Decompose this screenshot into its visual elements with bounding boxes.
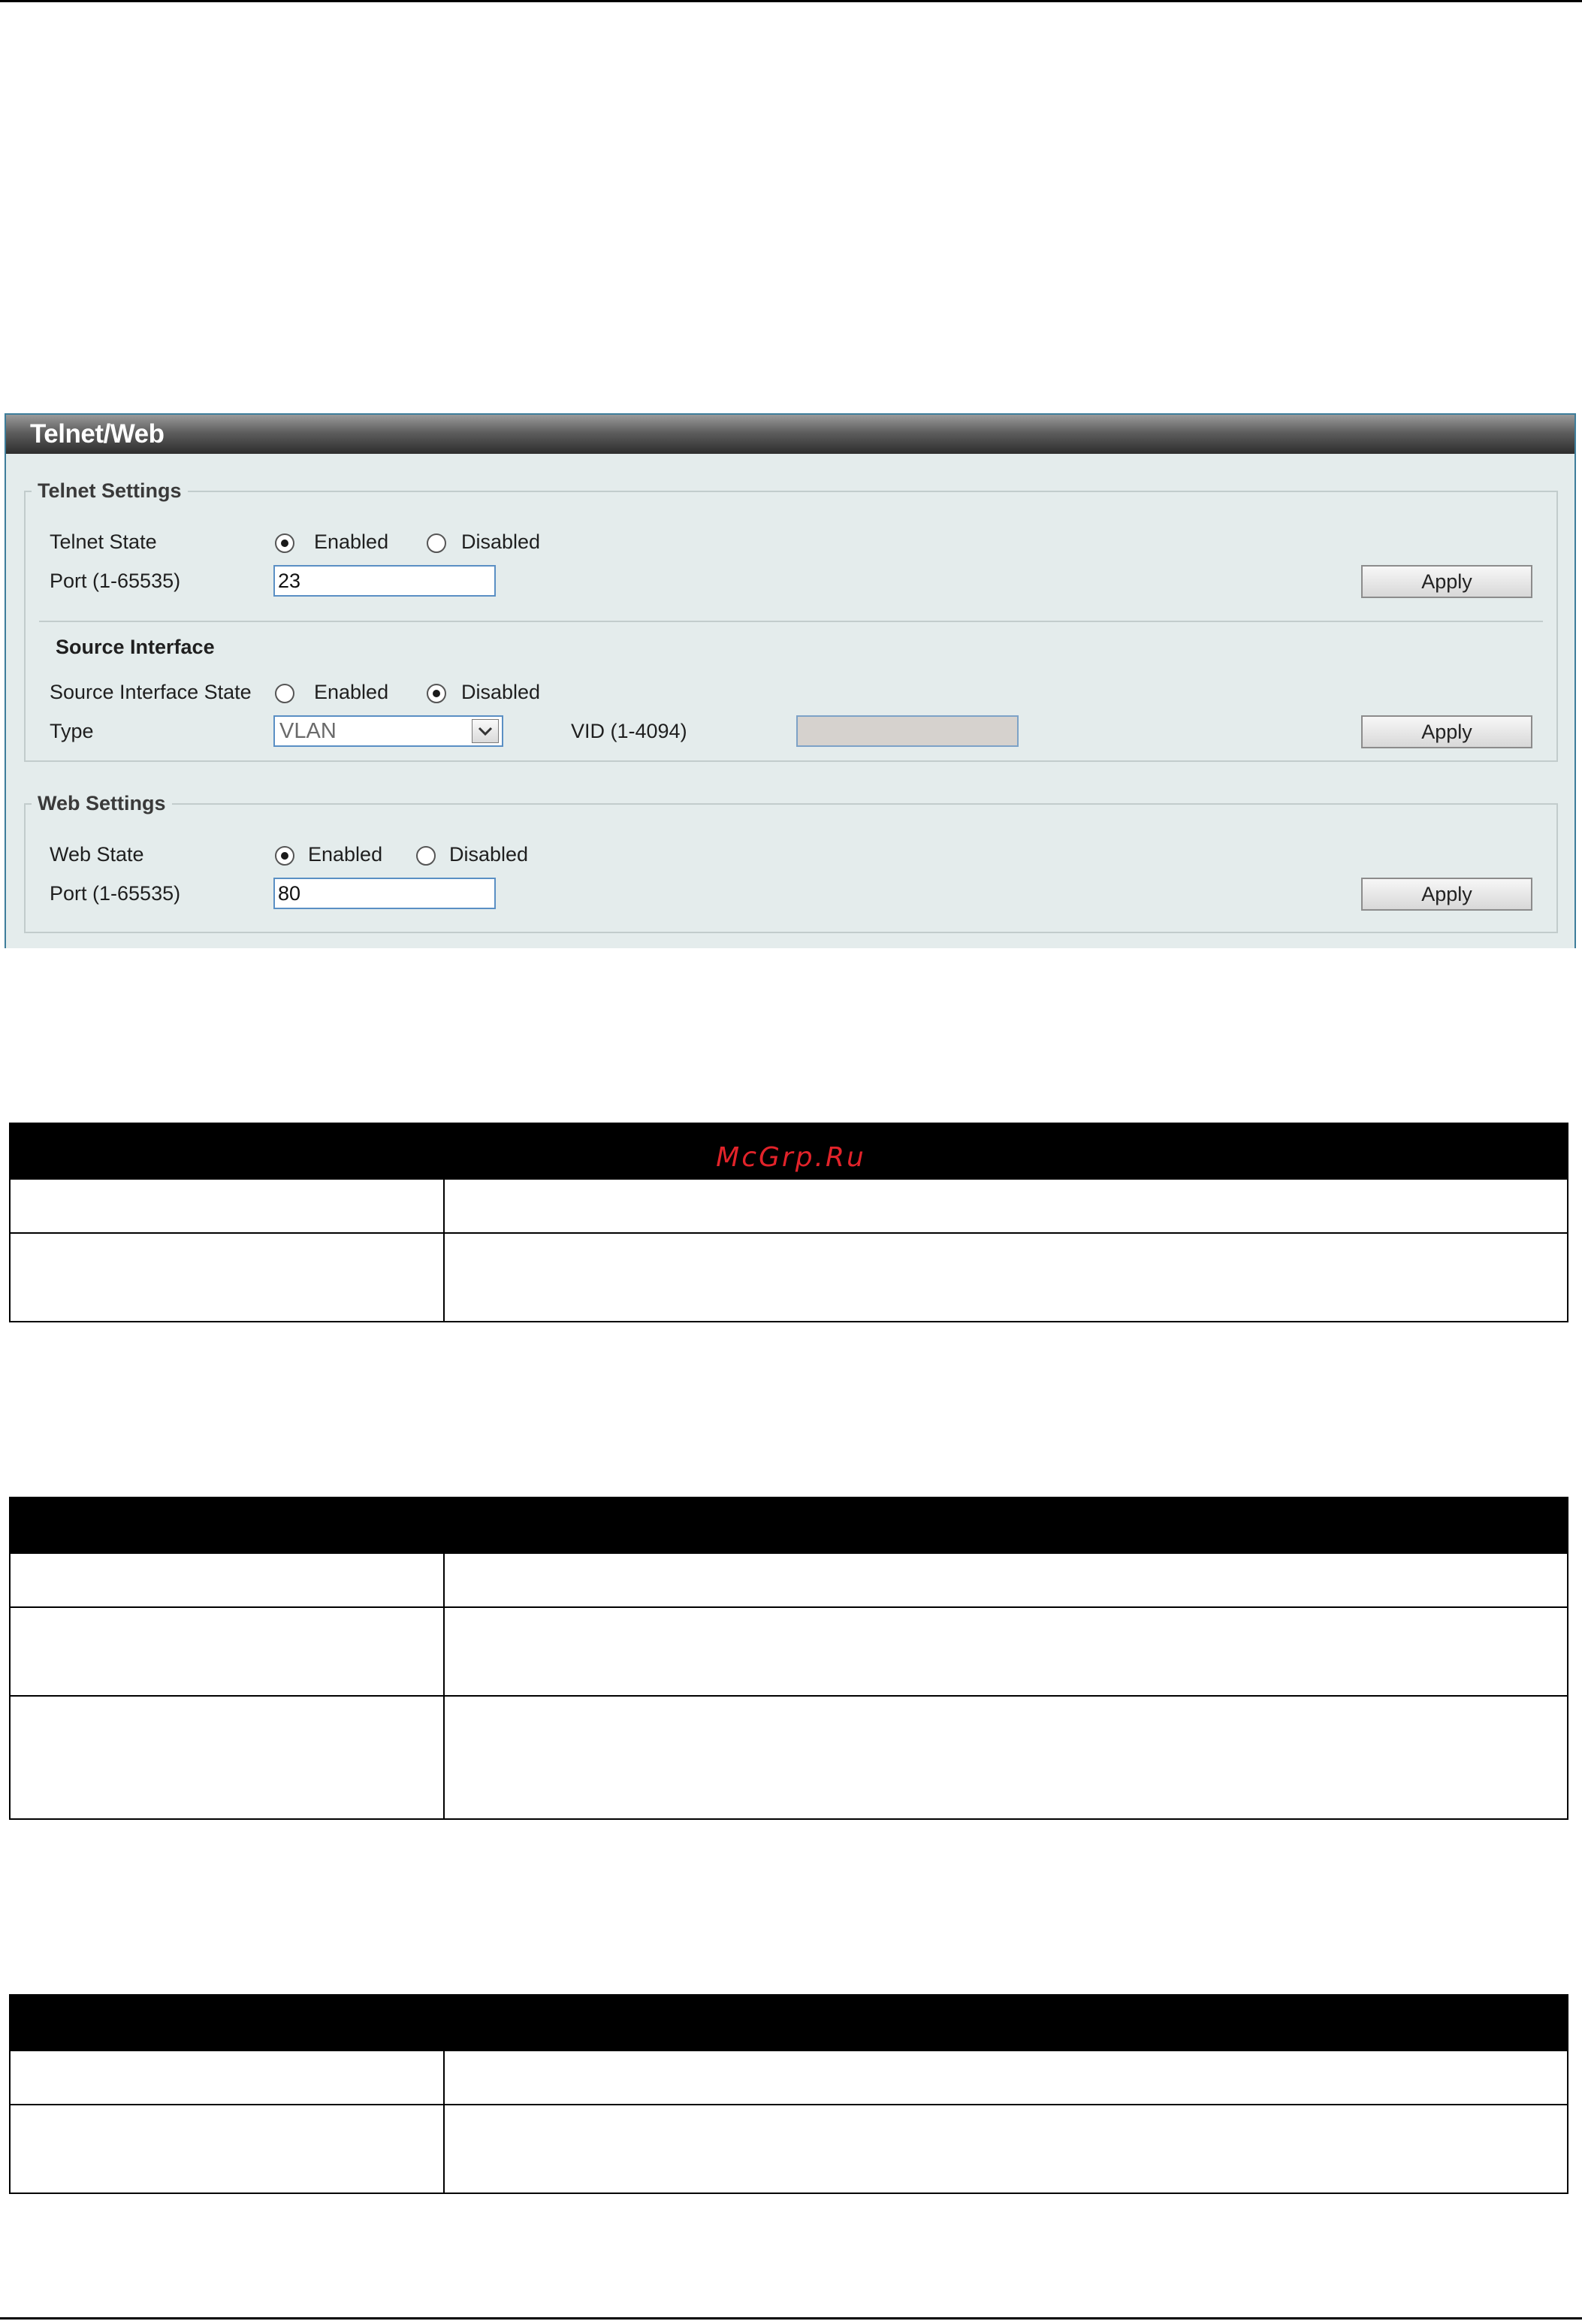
table-row xyxy=(9,1232,1568,1322)
table-row xyxy=(9,1178,1568,1234)
table-row xyxy=(9,2104,1568,2194)
table-cell xyxy=(9,1695,445,1820)
table-row xyxy=(9,1606,1568,1697)
web-state-disabled-radio[interactable] xyxy=(416,846,436,866)
panel-title-bar: Telnet/Web xyxy=(6,415,1574,454)
table-cell xyxy=(443,2104,1568,2194)
source-interface-enabled-label: Enabled xyxy=(314,681,389,703)
table-cell xyxy=(443,1232,1568,1322)
telnet-state-enabled-radio[interactable] xyxy=(275,533,294,553)
telnet-state-enabled-label: Enabled xyxy=(314,530,389,553)
telnet-settings-legend: Telnet Settings xyxy=(38,479,182,502)
web-state-enabled-radio[interactable] xyxy=(275,846,294,866)
web-port-input[interactable] xyxy=(273,878,496,909)
type-select-value: VLAN xyxy=(279,719,337,743)
table-row xyxy=(9,1695,1568,1820)
source-interface-disabled-label: Disabled xyxy=(461,681,541,703)
source-interface-state-label: Source Interface State xyxy=(50,681,252,703)
parameter-table-3 xyxy=(9,1994,1568,2194)
vid-input[interactable] xyxy=(796,715,1019,747)
web-port-label: Port (1-65535) xyxy=(50,882,181,905)
web-state-disabled-label: Disabled xyxy=(449,843,529,866)
parameter-table-2 xyxy=(9,1497,1568,1820)
source-interface-apply-button[interactable]: Apply xyxy=(1361,715,1532,748)
table-cell xyxy=(443,1695,1568,1820)
web-settings-legend: Web Settings xyxy=(38,792,166,814)
telnet-state-disabled-label: Disabled xyxy=(461,530,541,553)
telnet-port-input[interactable] xyxy=(273,565,496,597)
table-header-row xyxy=(9,1994,1568,2051)
vid-label: VID (1-4094) xyxy=(571,720,687,742)
telnet-state-label: Telnet State xyxy=(50,530,157,553)
chevron-down-icon[interactable] xyxy=(472,719,499,743)
telnet-state-disabled-radio[interactable] xyxy=(427,533,446,553)
table-cell xyxy=(9,1232,445,1322)
table-cell xyxy=(9,1178,445,1234)
type-select[interactable]: VLAN xyxy=(273,715,503,747)
web-apply-button[interactable]: Apply xyxy=(1361,878,1532,911)
telnet-apply-button[interactable]: Apply xyxy=(1361,565,1532,598)
source-interface-heading: Source Interface xyxy=(56,636,215,658)
web-state-enabled-label: Enabled xyxy=(308,843,383,866)
table-row xyxy=(9,1552,1568,1608)
table-cell xyxy=(9,1606,445,1697)
table-header xyxy=(9,1497,1568,1554)
type-label: Type xyxy=(50,720,94,742)
telnet-web-panel: Telnet/Web Telnet Settings Telnet State … xyxy=(5,413,1576,948)
table-cell xyxy=(443,1606,1568,1697)
bottom-rule xyxy=(0,2317,1582,2319)
table-cell xyxy=(443,2050,1568,2105)
watermark-text: McGrp.Ru xyxy=(716,1142,866,1173)
source-interface-enabled-radio[interactable] xyxy=(275,684,294,703)
table-cell xyxy=(9,1552,445,1608)
table-header-row xyxy=(9,1497,1568,1554)
table-cell xyxy=(443,1178,1568,1234)
panel-title: Telnet/Web xyxy=(30,419,165,449)
table-row xyxy=(9,2050,1568,2105)
table-cell xyxy=(9,2104,445,2194)
web-settings-group: Web Settings xyxy=(24,792,1558,933)
table-header xyxy=(9,1994,1568,2051)
table-cell xyxy=(9,2050,445,2105)
top-rule xyxy=(0,0,1582,2)
source-interface-disabled-radio[interactable] xyxy=(427,684,446,703)
web-state-label: Web State xyxy=(50,843,144,866)
table-cell xyxy=(443,1552,1568,1608)
telnet-divider xyxy=(39,621,1543,622)
telnet-port-label: Port (1-65535) xyxy=(50,570,181,592)
